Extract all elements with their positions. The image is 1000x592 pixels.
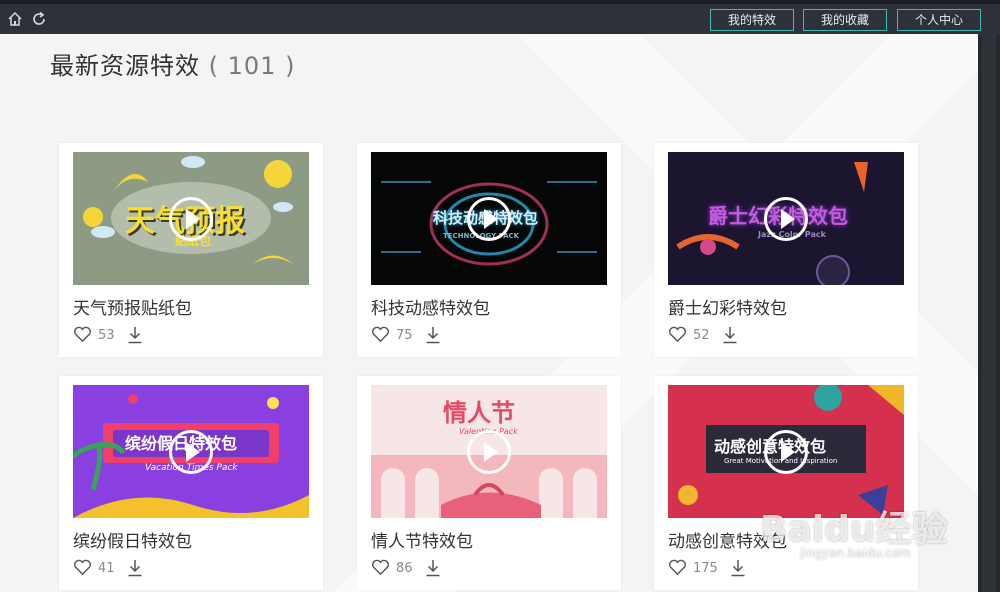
- like-count: 86: [396, 561, 413, 576]
- top-bar: 我的特效 我的收藏 个人中心: [0, 0, 1000, 34]
- play-icon[interactable]: [764, 196, 808, 241]
- watermark-url: jingyan.baidu.com: [800, 546, 911, 560]
- heart-icon[interactable]: [73, 326, 92, 343]
- card-thumbnail[interactable]: 天气预报 贴纸包: [73, 152, 309, 285]
- card-thumbnail[interactable]: 科技动感特效包 TECHNOLOGY PACK: [371, 152, 607, 285]
- effect-card-jazz[interactable]: 爵士幻彩特效包 Jazz Color Pack 爵士幻彩特效包 52: [654, 143, 918, 357]
- play-icon[interactable]: [764, 429, 808, 474]
- like-count: 41: [98, 561, 115, 576]
- like-count: 175: [693, 561, 718, 576]
- card-title[interactable]: 爵士幻彩特效包: [668, 294, 787, 319]
- download-icon[interactable]: [425, 559, 441, 577]
- baidu-watermark: Baidu经验 jingyan.baidu.com: [760, 500, 948, 560]
- card-thumbnail[interactable]: 情人节 Valentine Pack: [371, 385, 607, 518]
- card-thumbnail[interactable]: 爵士幻彩特效包 Jazz Color Pack: [668, 152, 904, 285]
- card-title[interactable]: 情人节特效包: [371, 527, 473, 552]
- play-icon[interactable]: [169, 429, 213, 474]
- effect-card-weather[interactable]: 天气预报 贴纸包 天气预报贴纸包 53: [59, 143, 323, 357]
- card-title[interactable]: 科技动感特效包: [371, 294, 490, 319]
- resource-count: ( 101 ): [208, 52, 296, 80]
- page-title-text: 最新资源特效: [50, 52, 200, 80]
- refresh-icon[interactable]: [31, 11, 47, 27]
- download-icon[interactable]: [127, 559, 143, 577]
- effect-card-valentine[interactable]: 情人节 Valentine Pack 情人节特效包 86: [357, 376, 621, 590]
- play-icon[interactable]: [467, 196, 511, 241]
- play-icon[interactable]: [467, 429, 511, 474]
- download-icon[interactable]: [730, 559, 746, 577]
- card-thumbnail[interactable]: 缤纷假日特效包 Vacation Times Pack: [73, 385, 309, 518]
- card-thumbnail[interactable]: 动感创意特效包 Great Motivation and Inspiration: [668, 385, 904, 518]
- thumbnail-title: 情人节: [443, 399, 515, 427]
- heart-icon[interactable]: [668, 559, 687, 576]
- card-title[interactable]: 缤纷假日特效包: [73, 527, 192, 552]
- like-count: 52: [693, 328, 710, 343]
- download-icon[interactable]: [127, 326, 143, 344]
- my-effects-button[interactable]: 我的特效: [710, 9, 794, 31]
- watermark-text: Baidu经验: [760, 509, 948, 550]
- my-favorites-button[interactable]: 我的收藏: [803, 9, 887, 31]
- download-icon[interactable]: [425, 326, 441, 344]
- like-count: 75: [396, 328, 413, 343]
- scrollbar-thumb[interactable]: [982, 34, 996, 592]
- personal-center-button[interactable]: 个人中心: [897, 9, 981, 31]
- card-title[interactable]: 天气预报贴纸包: [73, 294, 192, 319]
- heart-icon[interactable]: [371, 326, 390, 343]
- download-icon[interactable]: [722, 326, 738, 344]
- heart-icon[interactable]: [73, 559, 92, 576]
- page-title: 最新资源特效 ( 101 ): [50, 46, 295, 81]
- vertical-scrollbar[interactable]: [978, 34, 1000, 592]
- effect-card-holiday[interactable]: 缤纷假日特效包 Vacation Times Pack 缤纷假日特效包 41: [59, 376, 323, 590]
- effect-card-tech[interactable]: 科技动感特效包 TECHNOLOGY PACK 科技动感特效包 75: [357, 143, 621, 357]
- heart-icon[interactable]: [371, 559, 390, 576]
- like-count: 53: [98, 328, 115, 343]
- heart-icon[interactable]: [668, 326, 687, 343]
- play-icon[interactable]: [169, 196, 213, 241]
- home-icon[interactable]: [7, 11, 23, 27]
